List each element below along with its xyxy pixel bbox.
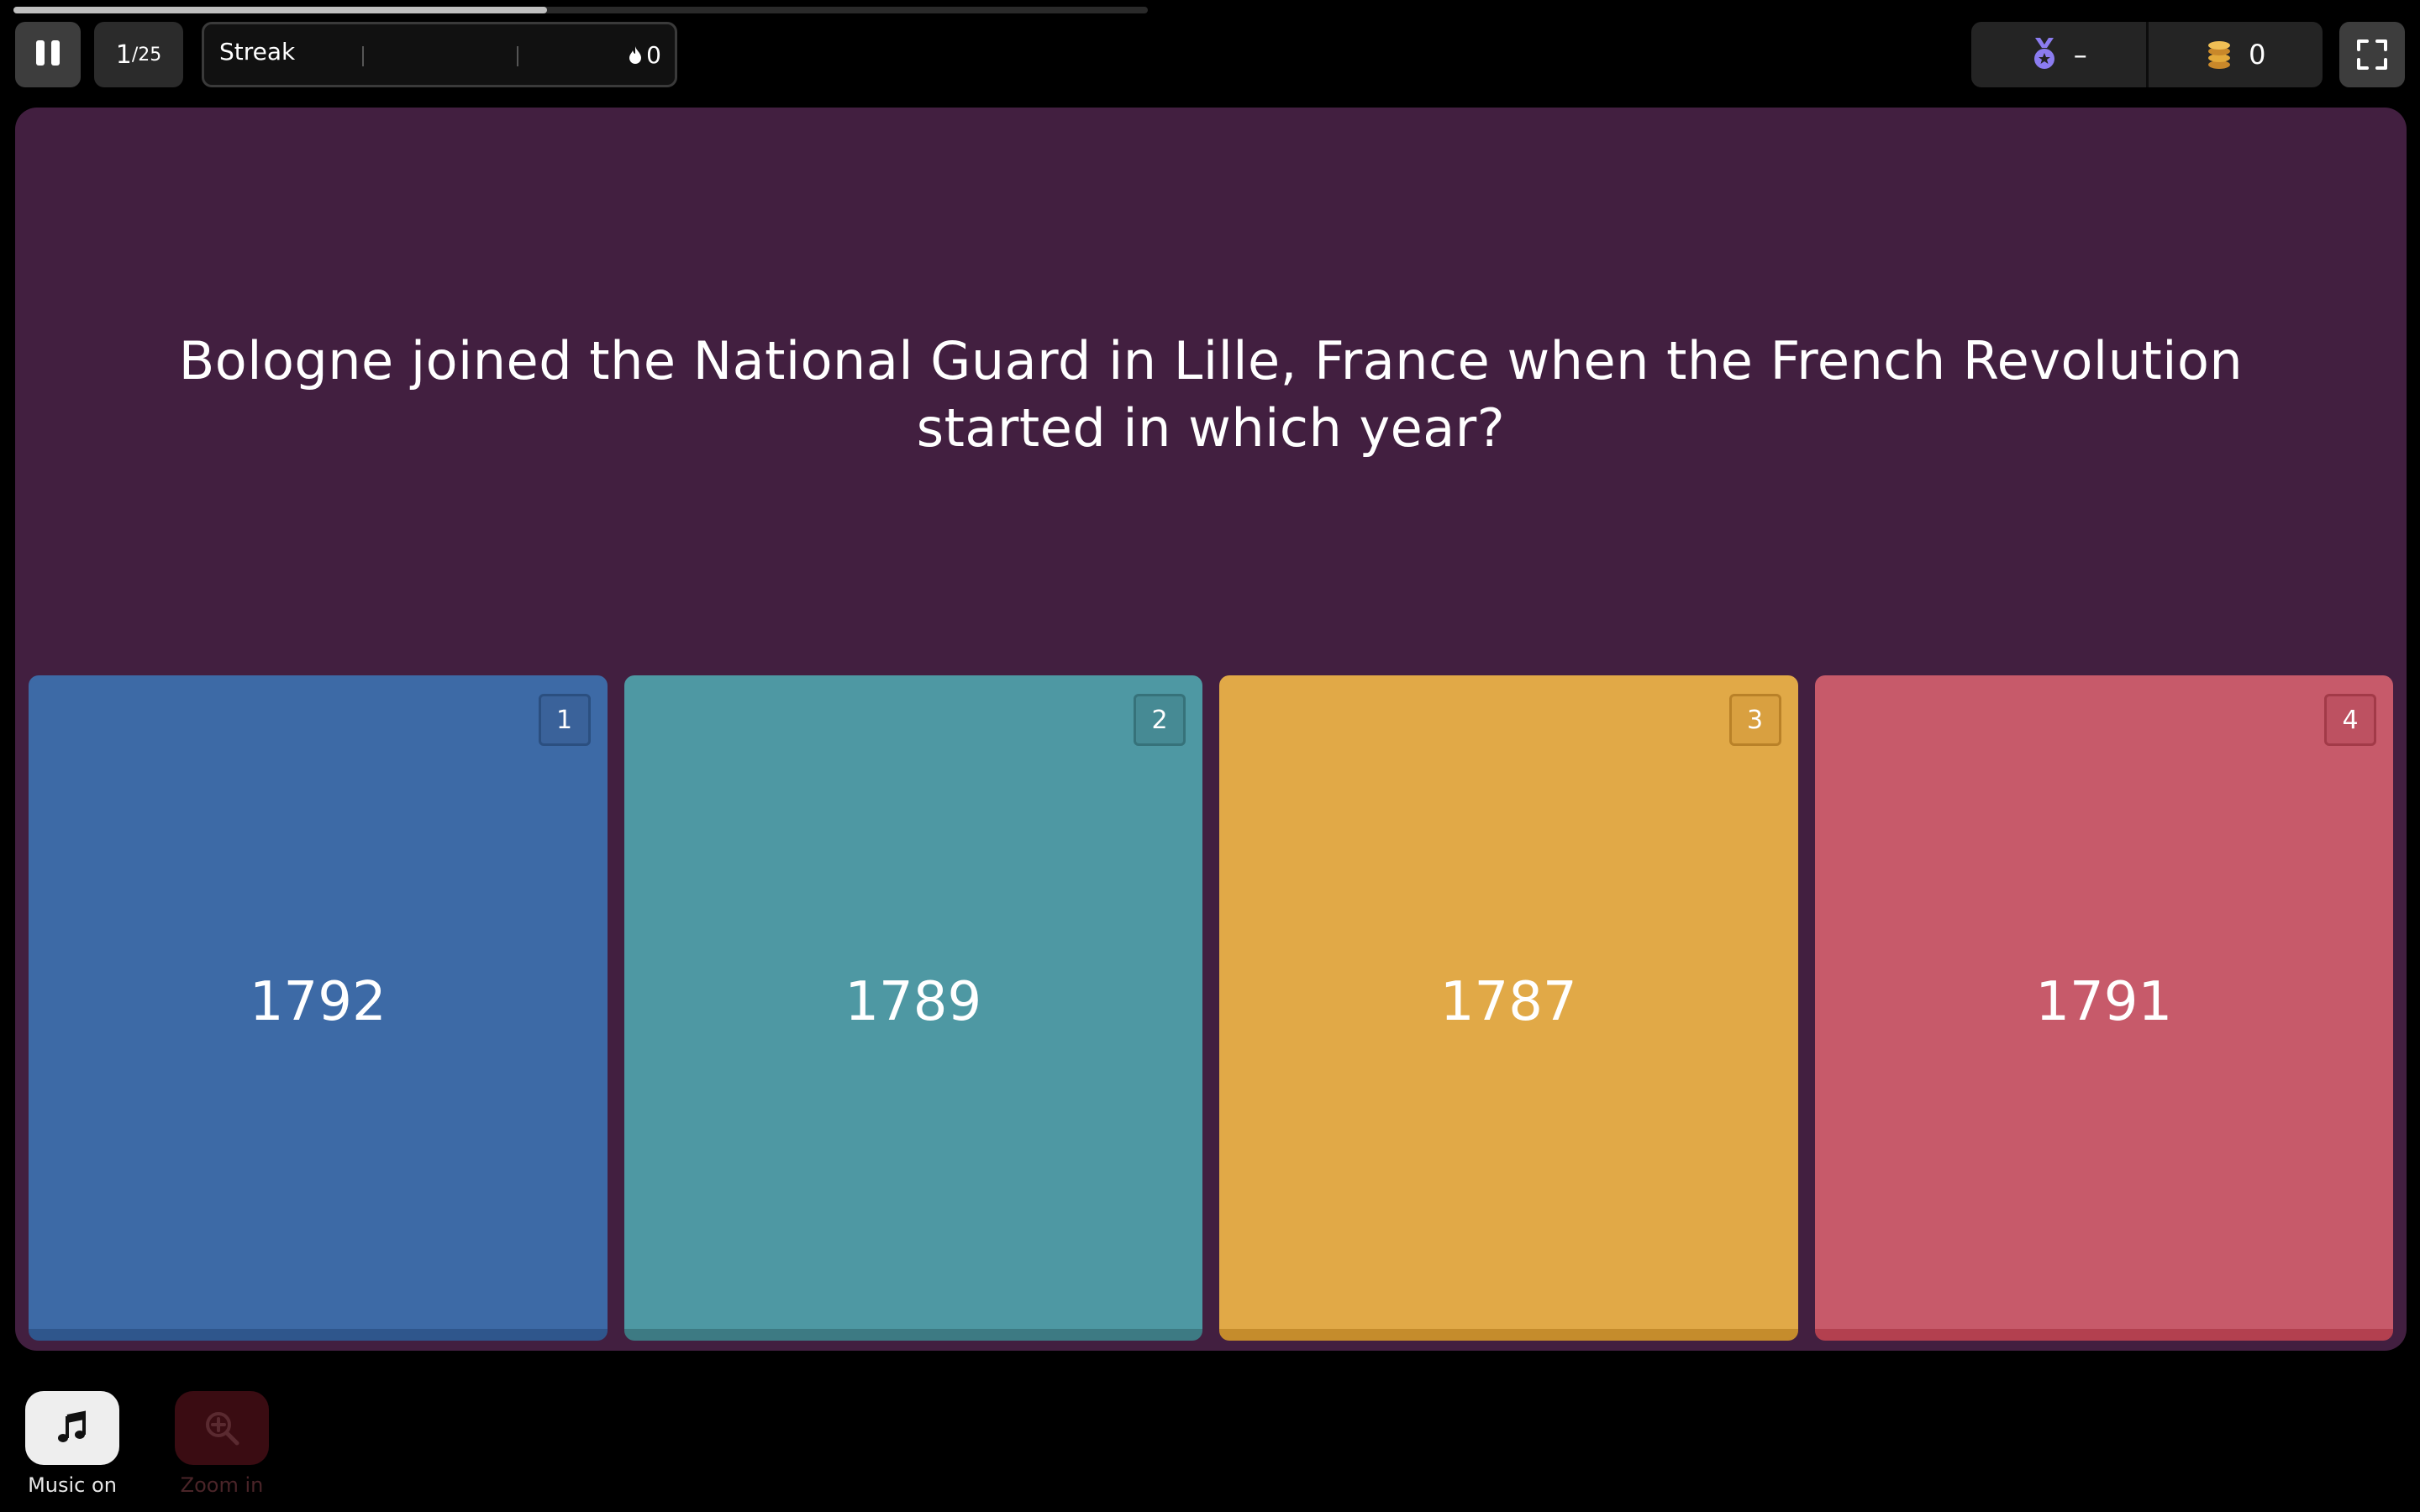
answer-key-badge: 3 [1728, 694, 1781, 746]
fullscreen-button[interactable] [2339, 22, 2405, 87]
music-note-icon [58, 1410, 86, 1442]
top-bar: 1/25 Streak 0 – 0 [15, 22, 2405, 87]
zoom-in-control[interactable]: Zoom in [175, 1391, 269, 1497]
score-stats: – 0 [1971, 22, 2323, 87]
zoom-in-button[interactable] [175, 1391, 269, 1465]
coins-stat: 0 [2145, 22, 2323, 87]
answer-option-2[interactable]: 2 1789 [623, 675, 1202, 1341]
rank-stat: – [1971, 22, 2146, 87]
music-toggle-button[interactable] [25, 1391, 119, 1465]
answer-option-4[interactable]: 4 1791 [1814, 675, 2393, 1341]
answer-label: 1789 [844, 971, 982, 1033]
fullscreen-icon [2357, 39, 2387, 70]
streak-tick [517, 46, 518, 66]
answer-key-badge: 2 [1134, 694, 1186, 746]
streak-count: 0 [628, 41, 661, 69]
quiz-game-screen: 1/25 Streak 0 – 0 Bologne joined the Nat… [0, 0, 2420, 1512]
streak-label: Streak [219, 38, 296, 66]
answer-key-badge: 1 [538, 694, 591, 746]
question-timer-fill [13, 7, 547, 13]
coins-value: 0 [2249, 39, 2266, 71]
answer-option-3[interactable]: 3 1787 [1219, 675, 1798, 1341]
flame-icon [629, 45, 642, 64]
pause-icon [33, 40, 63, 69]
answer-option-1[interactable]: 1 1792 [29, 675, 608, 1341]
pause-button[interactable] [15, 22, 81, 87]
streak-tick [362, 46, 364, 66]
question-counter-total: /25 [131, 44, 162, 66]
answer-label: 1792 [249, 971, 387, 1033]
zoom-in-icon [206, 1412, 239, 1446]
question-timer-bar [13, 7, 1148, 13]
question-counter: 1/25 [94, 22, 183, 87]
answer-key-badge: 4 [2324, 694, 2376, 746]
question-counter-current: 1 [115, 39, 132, 70]
answer-label: 1791 [2035, 971, 2173, 1033]
answer-options: 1 1792 2 1789 3 1787 4 1791 [29, 675, 2393, 1341]
streak-value: 0 [646, 41, 661, 69]
coins-icon [2208, 41, 2231, 69]
music-toggle-label: Music on [28, 1473, 117, 1497]
music-toggle[interactable]: Music on [25, 1391, 119, 1497]
question-text: Bologne joined the National Guard in Lil… [178, 330, 2244, 459]
rank-value: – [2073, 39, 2087, 71]
answer-label: 1787 [1439, 971, 1577, 1033]
medal-icon [2033, 38, 2054, 69]
zoom-in-label: Zoom in [180, 1473, 264, 1497]
question-panel: Bologne joined the National Guard in Lil… [15, 108, 2407, 1351]
streak-meter: Streak 0 [202, 22, 677, 87]
